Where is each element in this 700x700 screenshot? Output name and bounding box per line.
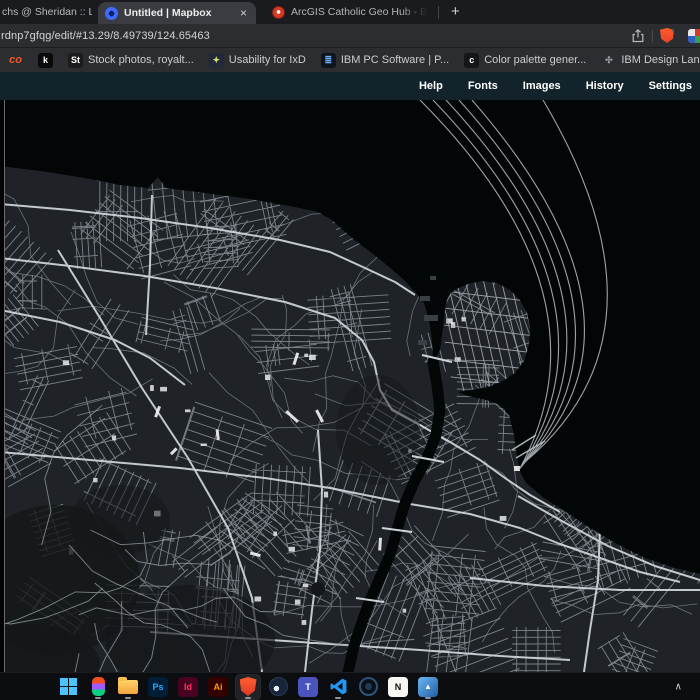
stock-photos-icon: St	[68, 53, 83, 68]
taskbar-camera-lens-app-icon[interactable]	[356, 675, 380, 699]
taskbar-overflow-chevron[interactable]: ∧	[675, 681, 682, 692]
shield-badge	[671, 25, 678, 32]
bookmark-stock-photos[interactable]: St Stock photos, royalt...	[68, 53, 194, 68]
studio-nav-help[interactable]: Help	[419, 80, 443, 92]
address-bar: rdnp7gfqg/edit/#13.29/8.49739/124.65463	[0, 24, 700, 47]
taskbar-figma-icon[interactable]	[86, 675, 110, 699]
taskbar-indesign-icon[interactable]: Id	[176, 675, 200, 699]
bookmark-k-site[interactable]: k	[38, 53, 53, 68]
tab-untitled-mapbox[interactable]: Untitled | Mapbox ×	[98, 2, 256, 24]
taskbar-notion-icon[interactable]: N	[386, 675, 410, 699]
tab-label: chs @ Sheridan :: Laser Fi	[2, 6, 92, 18]
bookmark-label: Usability for IxD	[229, 54, 306, 66]
bookmark-label: Stock photos, royalt...	[88, 54, 194, 66]
taskbar-photos-icon[interactable]: ▲	[416, 675, 440, 699]
toolbar-separator	[652, 30, 653, 42]
arcgis-favicon	[272, 6, 285, 19]
new-tab-button[interactable]: +	[445, 0, 466, 24]
taskbar-ms-teams-icon[interactable]: T	[296, 675, 320, 699]
taskbar-file-explorer-icon[interactable]	[116, 675, 140, 699]
collapsed-panel-edge[interactable]	[0, 100, 5, 672]
tab-arcgis-geo-hub[interactable]: ArcGIS Catholic Geo Hub - Brave Sea	[264, 0, 436, 24]
taskbar-windows-start-icon[interactable]	[56, 675, 80, 699]
bookmark-ibm-design-language[interactable]: ✣ IBM Design Langua...	[601, 53, 700, 68]
tab-sheridan-laser[interactable]: chs @ Sheridan :: Laser Fi	[0, 0, 92, 24]
bookmark-label: IBM PC Software | P...	[341, 54, 449, 66]
tab-label: ArcGIS Catholic Geo Hub - Brave Sea	[291, 6, 428, 18]
tab-bar: chs @ Sheridan :: Laser Fi Untitled | Ma…	[0, 0, 700, 24]
ibm-design-language-icon: ✣	[601, 53, 616, 68]
usability-ixd-icon: ✦	[209, 53, 224, 68]
close-tab-icon[interactable]: ×	[238, 6, 249, 20]
ibm-pc-software-icon: ≣	[321, 53, 336, 68]
url-text[interactable]: rdnp7gfqg/edit/#13.29/8.49739/124.65463	[1, 30, 210, 42]
tab-separator	[438, 6, 439, 19]
share-icon[interactable]	[630, 28, 646, 44]
taskbar-vscode-icon[interactable]	[326, 675, 350, 699]
studio-nav-fonts[interactable]: Fonts	[468, 80, 498, 92]
k-site-icon: k	[38, 53, 53, 68]
co-logo-icon: co	[8, 53, 23, 68]
studio-nav-images[interactable]: Images	[523, 80, 561, 92]
bookmark-label: IBM Design Langua...	[621, 54, 700, 66]
browser-window: chs @ Sheridan :: Laser Fi Untitled | Ma…	[0, 0, 700, 700]
windows-taskbar: PsIdAi T N▲ ∧	[0, 672, 700, 700]
taskbar-illustrator-icon[interactable]: Ai	[206, 675, 230, 699]
taskbar-photoshop-icon[interactable]: Ps	[146, 675, 170, 699]
studio-nav-settings[interactable]: Settings	[649, 80, 692, 92]
tab-label: Untitled | Mapbox	[124, 7, 232, 19]
taskbar-brave-browser-icon[interactable]	[236, 675, 260, 699]
color-palette-icon: c	[464, 53, 479, 68]
studio-nav-history[interactable]: History	[586, 80, 624, 92]
map-area	[0, 100, 700, 672]
mapbox-favicon	[105, 7, 118, 20]
map-canvas[interactable]	[0, 100, 700, 672]
brave-shield-icon[interactable]	[660, 28, 674, 43]
taskbar-steam-icon[interactable]	[266, 675, 290, 699]
mapbox-studio-header: Help Fonts Images History Settings	[0, 72, 700, 100]
bookmark-label: Color palette gener...	[484, 54, 586, 66]
bookmark-co-logo[interactable]: co	[8, 53, 23, 68]
bookmark-color-palette[interactable]: c Color palette gener...	[464, 53, 586, 68]
profile-avatar[interactable]	[688, 29, 700, 43]
bookmark-ibm-pc-software[interactable]: ≣ IBM PC Software | P...	[321, 53, 449, 68]
bookmarks-bar: cok St Stock photos, royalt... ✦ Usability f…	[0, 47, 700, 72]
bookmark-usability-ixd[interactable]: ✦ Usability for IxD	[209, 53, 306, 68]
